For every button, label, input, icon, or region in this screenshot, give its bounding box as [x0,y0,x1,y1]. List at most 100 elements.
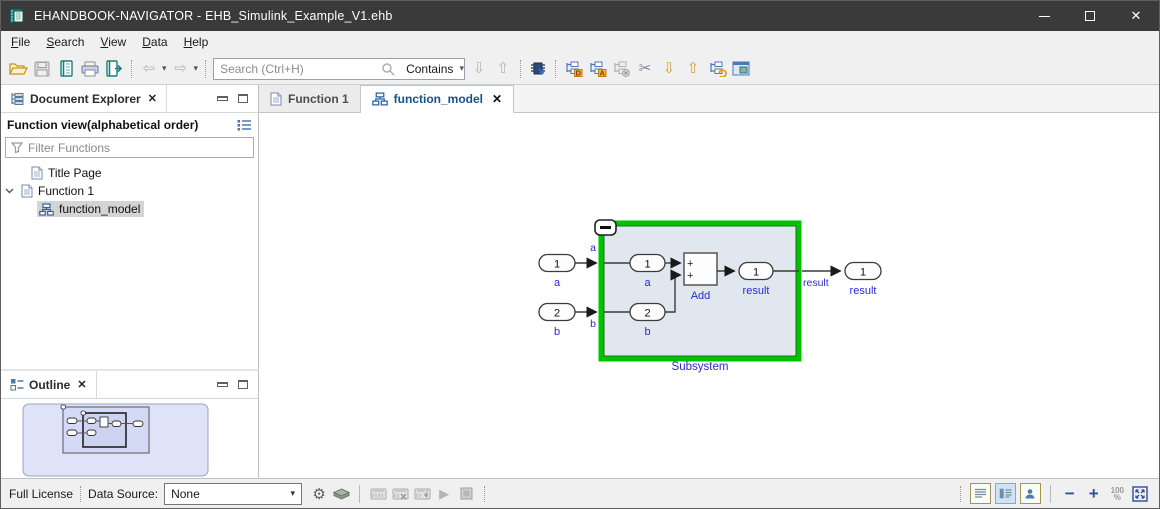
ecu-device-icon[interactable] [330,483,352,505]
data-source-label: Data Source: [88,487,158,501]
collapse-tree-icon[interactable] [609,57,633,81]
back-icon[interactable]: ⇦ [137,57,161,81]
outport-result-label: result [850,285,877,297]
handbook-icon[interactable] [54,57,78,81]
minimize-panel-icon[interactable] [217,382,228,387]
measurement-icon [367,483,389,505]
tab-label: function_model [394,92,483,106]
window-title: EHANDBOOK-NAVIGATOR - EHB_Simulink_Examp… [34,9,393,23]
tree-item-title-page[interactable]: Title Page [1,164,258,182]
document-icon [21,184,33,198]
outport-result-block[interactable]: 1 result [845,263,881,298]
search-prev-icon[interactable]: ⇧ [491,57,515,81]
svg-text:2: 2 [554,308,560,320]
outline-panel: Outline ✕ [1,369,259,480]
tab-function-model[interactable]: function_model ✕ [361,85,514,113]
view-document-icon[interactable] [970,483,991,504]
expand-all-tree-icon[interactable]: A [585,57,609,81]
jump-down-icon[interactable]: ⇩ [657,57,681,81]
tree-item-label: Function 1 [38,184,94,198]
model-icon [39,203,54,216]
subsystem-label: Subsystem [672,361,729,373]
view-split-icon[interactable] [995,483,1016,504]
settings-gear-icon[interactable]: ⚙ [308,483,330,505]
view-presenter-icon[interactable] [1020,483,1041,504]
inport-2-block[interactable]: 2 b [539,304,575,339]
export-handbook-icon[interactable] [102,57,126,81]
function-tree: Title Page Function 1 [1,161,258,218]
model-canvas[interactable]: Subsystem [259,113,1159,478]
editor-area: Function 1 function_model ✕ [259,85,1159,478]
close-tab-icon[interactable]: ✕ [492,92,502,106]
expand-data-tree-icon[interactable]: D [561,57,585,81]
stop-icon [455,483,477,505]
collapse-subsystem-button[interactable] [595,220,616,235]
editor-tabstrip: Function 1 function_model ✕ [259,85,1159,113]
outline-tab[interactable]: Outline ✕ [1,371,97,398]
menu-view[interactable]: View [92,32,134,52]
main-toolbar: ⇦ ▾ ⇨ ▾ Contains ▾ ⇩ ⇧ D A [1,53,1159,85]
zoom-out-button[interactable]: − [1058,485,1082,502]
zoom-100-button[interactable]: 100 % [1106,487,1129,501]
search-next-icon[interactable]: ⇩ [467,57,491,81]
maximize-panel-icon[interactable] [238,94,248,103]
minimize-panel-icon[interactable] [217,96,228,101]
menu-help[interactable]: Help [176,32,217,52]
forward-dropdown-icon[interactable]: ▾ [194,63,199,74]
menu-bar: File Search View Data Help [1,31,1159,53]
preview-window-icon[interactable] [729,57,753,81]
close-button[interactable]: ✕ [1113,1,1159,31]
document-explorer-tab-label: Document Explorer [30,92,141,106]
outline-thumbnail[interactable] [1,399,258,480]
select-dropdown-icon: ▾ [291,488,296,499]
app-icon [8,7,26,25]
tree-item-function-1[interactable]: Function 1 [1,182,258,200]
port-label-a: a [590,242,596,254]
menu-file[interactable]: File [3,32,38,52]
document-explorer-tab[interactable]: Document Explorer ✕ [1,85,167,112]
maximize-panel-icon[interactable] [238,380,248,389]
view-menu-icon[interactable] [237,119,252,131]
subsystem-inport-2-label: b [644,326,650,338]
filter-icon [11,142,23,153]
refresh-tree-icon[interactable] [705,57,729,81]
menu-data[interactable]: Data [134,32,175,52]
tree-item-function-model[interactable]: function_model [1,200,258,218]
save-icon[interactable] [30,57,54,81]
inport-1-block[interactable]: 1 a [539,255,575,290]
search-input[interactable] [214,62,381,76]
menu-search[interactable]: Search [38,32,92,52]
close-outline-icon[interactable]: ✕ [77,378,86,391]
tab-function-1[interactable]: Function 1 [259,85,361,112]
fit-to-view-icon[interactable] [1129,483,1151,505]
svg-text:1: 1 [860,267,866,279]
search-icon [381,62,399,76]
show-in-model-icon[interactable] [526,57,550,81]
tree-item-label: function_model [59,202,140,216]
svg-text:+: + [687,258,693,270]
back-dropdown-icon[interactable]: ▾ [162,63,167,74]
svg-text:D: D [575,68,581,77]
add-block-label: Add [691,290,711,302]
zoom-in-button[interactable]: + [1082,485,1106,502]
minimize-button[interactable] [1021,1,1067,31]
calibration-icon [411,483,433,505]
data-source-select[interactable]: None ▾ [164,483,302,505]
chevron-down-icon[interactable] [1,188,17,194]
forward-icon[interactable]: ⇨ [169,57,193,81]
signal-label-result: result [803,277,829,289]
close-explorer-icon[interactable]: ✕ [148,92,157,105]
filter-functions-box[interactable]: Filter Functions [5,137,254,158]
open-icon[interactable] [6,57,30,81]
jump-up-icon[interactable]: ⇧ [681,57,705,81]
search-mode-dropdown[interactable]: Contains ▾ [399,62,473,76]
play-icon: ▶ [433,483,455,505]
cut-tree-icon[interactable]: ✂ [633,57,657,81]
subsystem-outport-label: result [743,285,770,297]
svg-text:+: + [687,270,693,282]
search-box: Contains ▾ [213,58,465,80]
maximize-button[interactable] [1067,1,1113,31]
print-icon[interactable] [78,57,102,81]
svg-text:2: 2 [644,308,650,320]
document-explorer-icon [10,92,25,106]
